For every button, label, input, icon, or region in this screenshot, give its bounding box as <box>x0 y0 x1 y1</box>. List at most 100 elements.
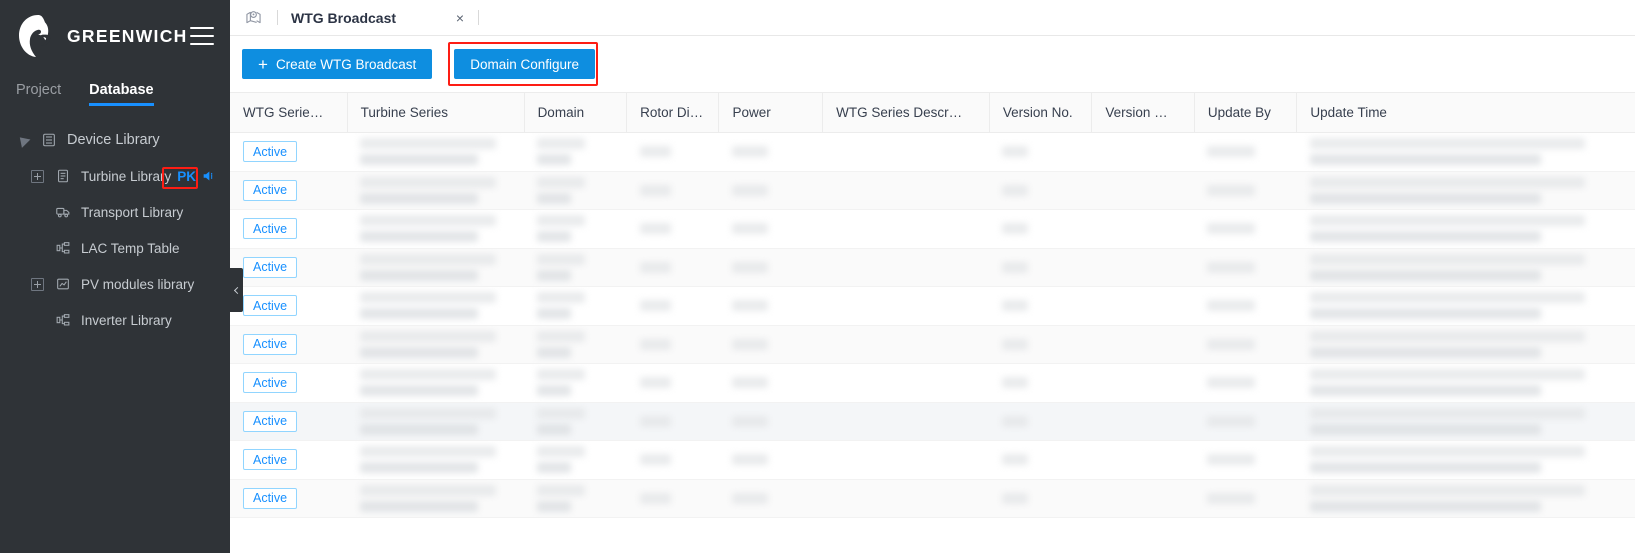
data-cell <box>1194 209 1297 249</box>
domain-configure-button[interactable]: Domain Configure <box>454 49 596 79</box>
data-cell <box>1194 325 1297 364</box>
data-cell <box>822 325 990 364</box>
column-header-6[interactable]: Version No. <box>989 92 1093 133</box>
table-row[interactable]: Active <box>230 248 1635 287</box>
table-row[interactable]: Active <box>230 209 1635 249</box>
redacted-value <box>360 176 496 188</box>
data-cell <box>626 209 719 249</box>
data-cell <box>1194 286 1297 326</box>
tree-item-inverter-library[interactable]: Inverter Library <box>0 302 230 338</box>
data-cell <box>347 440 525 480</box>
data-cell <box>347 325 525 364</box>
data-cell <box>822 479 990 518</box>
data-cell <box>989 286 1092 326</box>
redacted-value <box>1002 415 1029 427</box>
data-cell <box>822 440 990 480</box>
table-row[interactable]: Active <box>230 402 1635 441</box>
tab-close-icon[interactable]: × <box>452 11 468 25</box>
redacted-value <box>1207 223 1255 235</box>
status-cell: Active <box>230 325 348 364</box>
status-cell: Active <box>230 286 348 326</box>
redacted-value <box>1309 215 1585 227</box>
redacted-value <box>537 385 571 397</box>
column-header-2[interactable]: Domain <box>524 92 628 133</box>
tree-item-lac-temp-table[interactable]: LAC Temp Table <box>0 230 230 266</box>
data-cell <box>524 209 627 249</box>
column-header-4[interactable]: Power <box>718 92 824 133</box>
redacted-value <box>1309 462 1541 474</box>
table-row[interactable]: Active <box>230 171 1635 210</box>
chevron-left-icon <box>233 286 242 294</box>
plus-square-icon[interactable] <box>28 169 46 183</box>
data-cell <box>1091 171 1195 210</box>
redacted-value <box>360 462 478 474</box>
redacted-value <box>360 138 496 150</box>
document-icon <box>54 167 72 185</box>
plus-square-icon[interactable] <box>28 277 46 291</box>
column-header-1[interactable]: Turbine Series <box>347 92 525 133</box>
tree-item-turbine-library[interactable]: Turbine Library PK <box>0 158 244 194</box>
redacted-value <box>1002 492 1029 504</box>
domain-configure-label: Domain Configure <box>470 56 580 72</box>
data-cell <box>1194 363 1297 403</box>
data-cell <box>1296 171 1635 210</box>
caret-down-icon[interactable] <box>14 132 32 148</box>
redacted-value <box>1207 377 1255 389</box>
redacted-value <box>1309 269 1541 281</box>
redacted-value <box>537 253 585 265</box>
nav-tab-database[interactable]: Database <box>89 82 155 106</box>
column-header-3[interactable]: Rotor Dia… <box>626 92 720 133</box>
data-cell <box>718 363 823 403</box>
table-scroll-area[interactable]: WTG Serie… Turbine Series Domain Rotor Dia…… <box>230 92 1635 553</box>
sidebar-collapse-handle[interactable] <box>230 268 243 312</box>
table-row[interactable]: Active <box>230 479 1635 518</box>
column-header-8[interactable]: Update By <box>1194 92 1298 133</box>
data-cell <box>626 248 719 287</box>
redacted-value <box>360 192 478 204</box>
table-row[interactable]: Active <box>230 325 1635 364</box>
column-header-7[interactable]: Version … <box>1091 92 1195 133</box>
redacted-value <box>360 269 478 281</box>
nav-tab-project[interactable]: Project <box>16 82 61 106</box>
data-cell <box>718 479 823 518</box>
data-cell <box>1091 479 1195 518</box>
column-header-9[interactable]: Update Time <box>1296 92 1635 133</box>
data-cell <box>718 325 823 364</box>
table-row[interactable]: Active <box>230 363 1635 403</box>
redacted-value <box>360 407 496 419</box>
tree-item-device-library[interactable]: Device Library <box>0 122 230 158</box>
map-pin-icon <box>242 7 264 29</box>
redacted-value <box>1309 308 1541 320</box>
data-cell <box>989 325 1092 364</box>
table-header: WTG Serie… Turbine Series Domain Rotor Dia…… <box>230 92 1635 133</box>
status-cell: Active <box>230 248 348 287</box>
column-header-5[interactable]: WTG Series Descr… <box>822 92 990 133</box>
tree-item-pv-modules-library[interactable]: PV modules library <box>0 266 230 302</box>
data-cell <box>347 248 525 287</box>
create-wtg-broadcast-label: Create WTG Broadcast <box>275 56 417 72</box>
hamburger-icon[interactable] <box>190 27 214 45</box>
data-cell <box>1091 402 1195 441</box>
data-cell <box>822 132 990 172</box>
data-cell <box>1091 325 1195 364</box>
data-cell <box>524 440 627 480</box>
redacted-value <box>537 292 585 304</box>
redacted-value <box>639 454 672 466</box>
tree-item-transport-library[interactable]: Transport Library <box>0 194 230 230</box>
redacted-value <box>537 330 585 342</box>
column-header-0[interactable]: WTG Serie… <box>230 92 348 133</box>
sidebar-nav-tabs: Project Database <box>0 72 230 106</box>
table-row[interactable]: Active <box>230 440 1635 480</box>
redacted-value <box>537 369 585 381</box>
data-cell <box>626 325 719 364</box>
create-wtg-broadcast-button[interactable]: + Create WTG Broadcast <box>242 49 433 79</box>
broadcast-speaker-icon[interactable] <box>200 168 217 185</box>
toolbar: + Create WTG Broadcast Domain Configure <box>230 36 1635 86</box>
redacted-value <box>1207 184 1255 196</box>
table-row[interactable]: Active <box>230 286 1635 326</box>
table-row[interactable]: Active <box>230 132 1635 172</box>
redacted-value <box>1207 415 1255 427</box>
redacted-value <box>360 292 496 304</box>
data-cell <box>626 479 719 518</box>
data-cell <box>822 363 990 403</box>
